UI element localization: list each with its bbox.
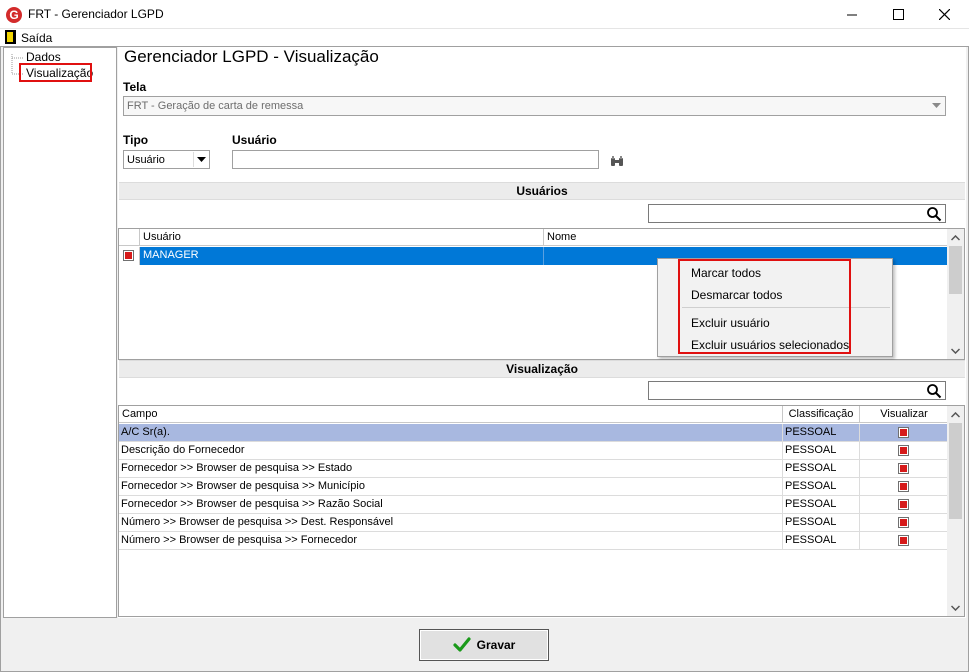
visualizacao-scrollbar[interactable] <box>947 406 964 616</box>
row-classificacao: PESSOAL <box>783 496 860 514</box>
save-button-label: Gravar <box>476 638 516 652</box>
window-title: FRT - Gerenciador LGPD <box>28 7 164 21</box>
visualizar-checkbox[interactable] <box>898 535 909 546</box>
row-visualizar-cell[interactable] <box>860 478 948 496</box>
close-button[interactable] <box>921 0 967 29</box>
scroll-thumb[interactable] <box>949 423 962 519</box>
row-classificacao: PESSOAL <box>783 424 860 442</box>
table-row[interactable]: Fornecedor >> Browser de pesquisa >> Raz… <box>119 496 948 514</box>
visualizar-checkbox[interactable] <box>898 499 909 510</box>
visualizar-checkbox[interactable] <box>898 481 909 492</box>
maximize-icon <box>892 9 904 20</box>
maximize-button[interactable] <box>875 0 921 29</box>
row-campo: Número >> Browser de pesquisa >> Dest. R… <box>119 514 783 532</box>
scroll-up-icon[interactable] <box>947 229 964 246</box>
search-icon[interactable] <box>926 383 942 399</box>
scroll-thumb[interactable] <box>949 246 962 294</box>
menu-bar <box>0 29 969 46</box>
minimize-icon <box>846 14 857 16</box>
row-visualizar-cell[interactable] <box>860 442 948 460</box>
row-visualizar-cell[interactable] <box>860 496 948 514</box>
tipo-label: Tipo <box>123 133 149 147</box>
exit-door-icon[interactable] <box>5 30 16 44</box>
table-row[interactable]: Número >> Browser de pesquisa >> Dest. R… <box>119 514 948 532</box>
tela-label: Tela <box>123 80 147 94</box>
minimize-button[interactable] <box>829 0 875 29</box>
row-campo: Descrição do Fornecedor <box>119 442 783 460</box>
row-visualizar-cell[interactable] <box>860 532 948 550</box>
tela-select-value: FRT - Geração de carta de remessa <box>127 100 304 112</box>
visualizacao-grid-header: Campo Classificação Visualizar <box>119 406 949 423</box>
visualizar-checkbox[interactable] <box>898 463 909 474</box>
header-classificacao[interactable]: Classificação <box>783 406 860 423</box>
table-row[interactable]: Fornecedor >> Browser de pesquisa >> Est… <box>119 460 948 478</box>
binoculars-icon[interactable] <box>610 156 624 167</box>
usuarios-search-input[interactable] <box>648 204 946 223</box>
table-row[interactable]: Número >> Browser de pesquisa >> Fornece… <box>119 532 948 550</box>
chevron-down-icon <box>193 152 208 167</box>
row-classificacao: PESSOAL <box>783 442 860 460</box>
visualizacao-search-input[interactable] <box>648 381 946 400</box>
app-logo-icon: G <box>6 7 22 23</box>
save-button[interactable]: Gravar <box>419 629 549 661</box>
tipo-select[interactable]: Usuário <box>123 150 210 169</box>
usuarios-scrollbar[interactable] <box>947 229 964 359</box>
scroll-up-icon[interactable] <box>947 406 964 423</box>
usuario-label: Usuário <box>232 133 277 147</box>
header-nome[interactable]: Nome <box>544 229 949 246</box>
close-icon <box>938 9 950 20</box>
usuarios-section-header: Usuários <box>119 182 965 200</box>
usuarios-grid-header: Usuário Nome <box>119 229 949 246</box>
annotation-highlight-box <box>19 63 92 82</box>
row-classificacao: PESSOAL <box>783 514 860 532</box>
header-campo[interactable]: Campo <box>119 406 783 423</box>
tree-item-dados[interactable]: Dados <box>26 50 61 64</box>
table-row[interactable]: Descrição do Fornecedor PESSOAL <box>119 442 948 460</box>
row-classificacao: PESSOAL <box>783 532 860 550</box>
row-campo: Número >> Browser de pesquisa >> Fornece… <box>119 532 783 550</box>
visualizacao-section-header: Visualização <box>119 360 965 378</box>
row-classificacao: PESSOAL <box>783 478 860 496</box>
visualizar-checkbox[interactable] <box>898 517 909 528</box>
table-row[interactable]: Fornecedor >> Browser de pesquisa >> Mun… <box>119 478 948 496</box>
annotation-highlight-box <box>678 259 851 354</box>
visualizar-checkbox[interactable] <box>898 445 909 456</box>
header-checkbox-cell <box>119 229 140 246</box>
tipo-select-value: Usuário <box>127 154 165 166</box>
scroll-down-icon[interactable] <box>947 599 964 616</box>
checkmark-icon <box>453 637 471 652</box>
row-checkbox[interactable] <box>123 250 134 261</box>
header-visualizar[interactable]: Visualizar <box>860 406 948 423</box>
row-visualizar-cell[interactable] <box>860 460 948 478</box>
row-campo: Fornecedor >> Browser de pesquisa >> Est… <box>119 460 783 478</box>
row-campo: Fornecedor >> Browser de pesquisa >> Raz… <box>119 496 783 514</box>
page-title: Gerenciador LGPD - Visualização <box>124 47 379 66</box>
table-row[interactable]: A/C Sr(a). PESSOAL <box>119 424 948 442</box>
visualizacao-grid: Campo Classificação Visualizar A/C Sr(a)… <box>118 405 965 617</box>
row-visualizar-cell[interactable] <box>860 514 948 532</box>
chevron-down-icon <box>929 98 944 114</box>
search-icon[interactable] <box>926 206 942 222</box>
row-campo: A/C Sr(a). <box>119 424 783 442</box>
usuario-input[interactable] <box>232 150 599 169</box>
row-checkbox-cell[interactable] <box>119 247 140 265</box>
navigation-tree <box>3 47 117 618</box>
visualizar-checkbox[interactable] <box>898 427 909 438</box>
menu-exit[interactable]: Saída <box>21 31 52 45</box>
row-usuario: MANAGER <box>140 247 544 265</box>
scroll-down-icon[interactable] <box>947 342 964 359</box>
tela-select[interactable]: FRT - Geração de carta de remessa <box>123 96 946 116</box>
row-campo: Fornecedor >> Browser de pesquisa >> Mun… <box>119 478 783 496</box>
row-classificacao: PESSOAL <box>783 460 860 478</box>
header-usuario[interactable]: Usuário <box>140 229 544 246</box>
row-visualizar-cell[interactable] <box>860 424 948 442</box>
